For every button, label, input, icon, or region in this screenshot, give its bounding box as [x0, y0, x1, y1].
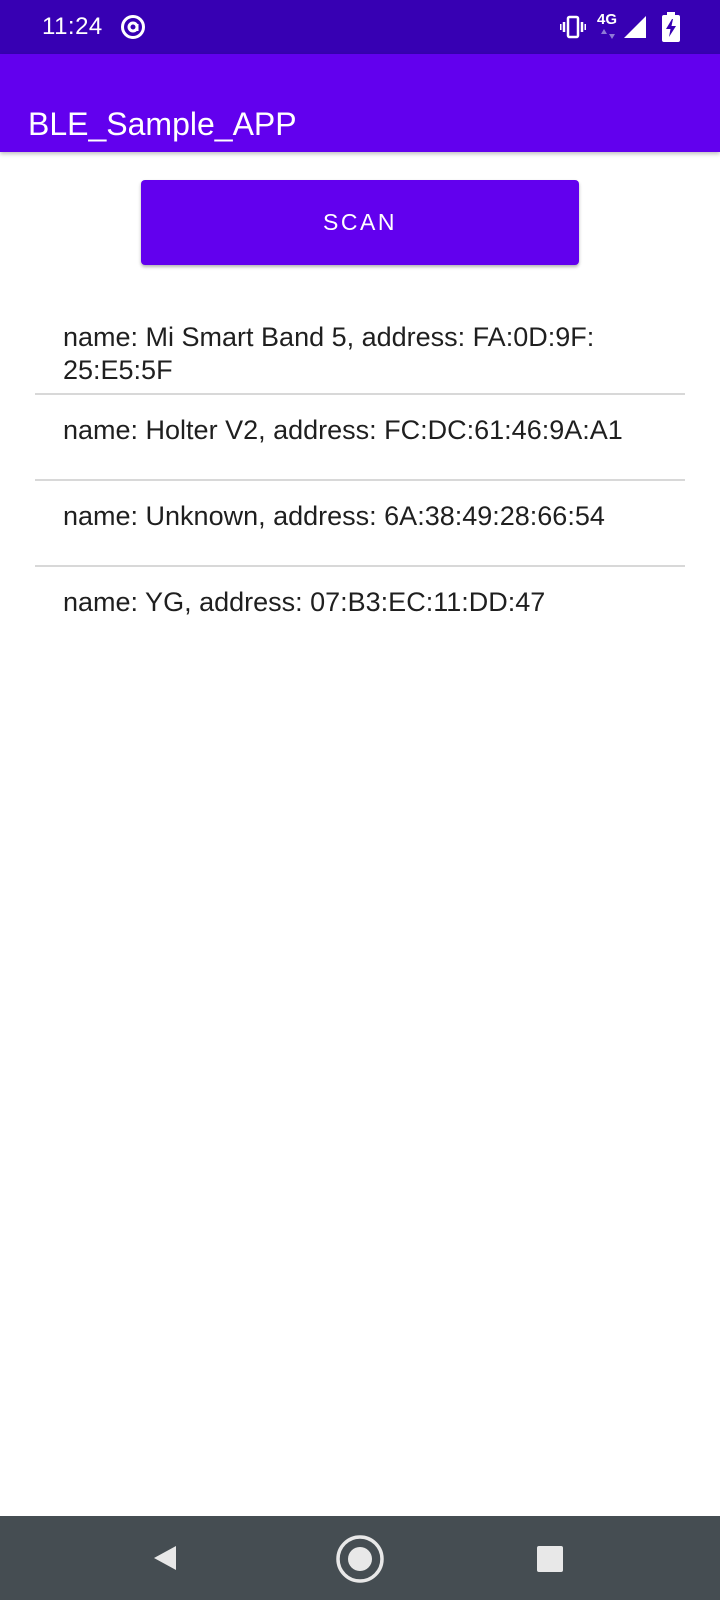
status-time: 11:24	[42, 13, 103, 40]
back-icon[interactable]	[150, 1542, 182, 1574]
data-arrows-icon	[601, 29, 615, 39]
device-list-item[interactable]: name: Holter V2, address: FC:DC:61:46:9A…	[35, 395, 685, 481]
signal-icon	[624, 16, 646, 38]
network-type-label: 4G	[597, 11, 618, 28]
app-bar: BLE_Sample_APP	[0, 54, 720, 152]
battery-icon	[662, 12, 680, 42]
recents-icon[interactable]	[537, 1546, 563, 1572]
device-label: name: Holter V2, address: FC:DC:61:46:9A…	[63, 415, 623, 445]
device-list-item[interactable]: name: YG, address: 07:B3:EC:11:DD:47	[35, 567, 685, 653]
scan-button[interactable]: SCAN	[141, 180, 579, 265]
home-icon[interactable]	[334, 1533, 386, 1585]
status-bar: 11:24 4G	[0, 0, 720, 54]
vibrate-icon	[560, 15, 586, 39]
device-label: name: YG, address: 07:B3:EC:11:DD:47	[63, 587, 546, 617]
at-sign-icon	[121, 15, 145, 39]
app-title: BLE_Sample_APP	[28, 106, 297, 143]
navigation-bar	[0, 1516, 720, 1600]
device-label: name: Mi Smart Band 5, address: FA:0D:9F…	[63, 322, 595, 385]
device-list-item[interactable]: name: Mi Smart Band 5, address: FA:0D:9F…	[35, 305, 685, 395]
device-list: name: Mi Smart Band 5, address: FA:0D:9F…	[35, 305, 685, 653]
device-label: name: Unknown, address: 6A:38:49:28:66:5…	[63, 501, 605, 531]
device-list-item[interactable]: name: Unknown, address: 6A:38:49:28:66:5…	[35, 481, 685, 567]
